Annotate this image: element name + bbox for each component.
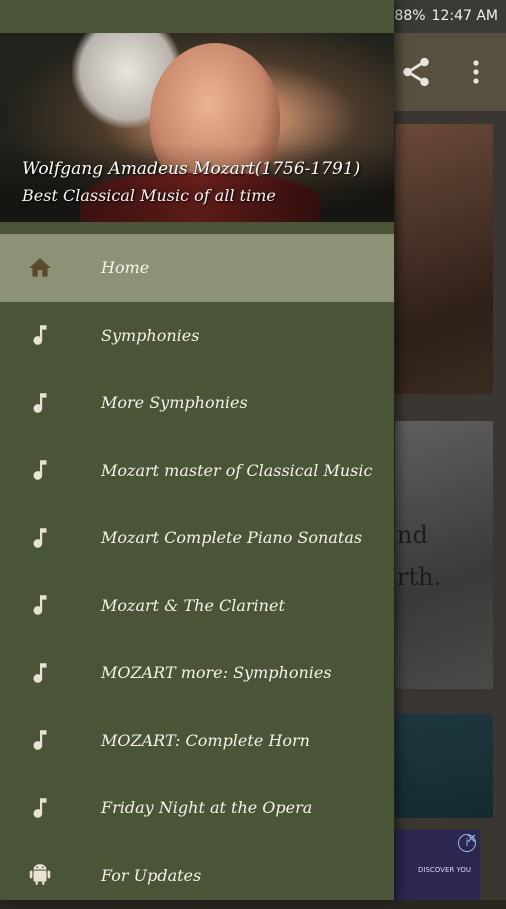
menu-item-label: For Updates: [101, 866, 201, 885]
ad-close-icon[interactable]: ✕: [466, 832, 482, 848]
content-card-image[interactable]: nd rth.: [395, 421, 493, 689]
menu-item-updates[interactable]: For Updates: [0, 842, 394, 909]
menu-item-more-symphonies-2[interactable]: MOZART more: Symphonies: [0, 639, 394, 707]
menu-item-label: MOZART more: Symphonies: [101, 663, 332, 682]
clock: 12:47 AM: [432, 8, 498, 24]
menu-item-label: MOZART: Complete Horn: [101, 731, 310, 750]
battery-percent: 88%: [394, 8, 425, 24]
content-card-image[interactable]: [395, 714, 493, 818]
menu-item-opera[interactable]: Friday Night at the Opera: [0, 774, 394, 842]
drawer-title: Wolfgang Amadeus Mozart(1756-1791): [22, 159, 360, 179]
music-note-icon: [27, 795, 53, 821]
card-text: nd: [397, 521, 428, 549]
menu-item-home[interactable]: Home: [0, 234, 394, 302]
home-icon: [27, 255, 53, 281]
menu-item-complete-horn[interactable]: MOZART: Complete Horn: [0, 707, 394, 775]
music-note-icon: [27, 457, 53, 483]
content-card-image[interactable]: [395, 124, 493, 394]
menu-item-label: More Symphonies: [101, 393, 248, 412]
card-text: rth.: [397, 563, 441, 591]
overflow-menu-icon[interactable]: [466, 55, 486, 89]
menu-item-label: Home: [101, 258, 149, 277]
navigation-drawer: Wolfgang Amadeus Mozart(1756-1791) Best …: [0, 0, 394, 900]
menu-item-mozart-master[interactable]: Mozart master of Classical Music: [0, 437, 394, 505]
music-note-icon: [27, 322, 53, 348]
menu-item-symphonies[interactable]: Symphonies: [0, 302, 394, 370]
drawer-header: Wolfgang Amadeus Mozart(1756-1791) Best …: [0, 33, 394, 222]
music-note-icon: [27, 525, 53, 551]
ad-banner[interactable]: i ✕ DISCOVER YOU: [394, 830, 480, 900]
ad-text: DISCOVER YOU: [418, 866, 471, 874]
menu-item-label: Mozart Complete Piano Sonatas: [101, 528, 362, 547]
share-icon[interactable]: [399, 55, 433, 89]
drawer-subtitle: Best Classical Music of all time: [22, 186, 276, 205]
drawer-menu: Home Symphonies More Symphonies Mozart m…: [0, 234, 394, 909]
menu-item-label: Symphonies: [101, 326, 199, 345]
music-note-icon: [27, 390, 53, 416]
music-note-icon: [27, 660, 53, 686]
menu-item-more-symphonies[interactable]: More Symphonies: [0, 369, 394, 437]
menu-item-label: Friday Night at the Opera: [101, 798, 312, 817]
menu-item-clarinet[interactable]: Mozart & The Clarinet: [0, 572, 394, 640]
android-icon: [27, 862, 53, 888]
menu-item-label: Mozart & The Clarinet: [101, 596, 285, 615]
menu-item-label: Mozart master of Classical Music: [101, 461, 372, 480]
music-note-icon: [27, 592, 53, 618]
menu-item-piano-sonatas[interactable]: Mozart Complete Piano Sonatas: [0, 504, 394, 572]
music-note-icon: [27, 727, 53, 753]
